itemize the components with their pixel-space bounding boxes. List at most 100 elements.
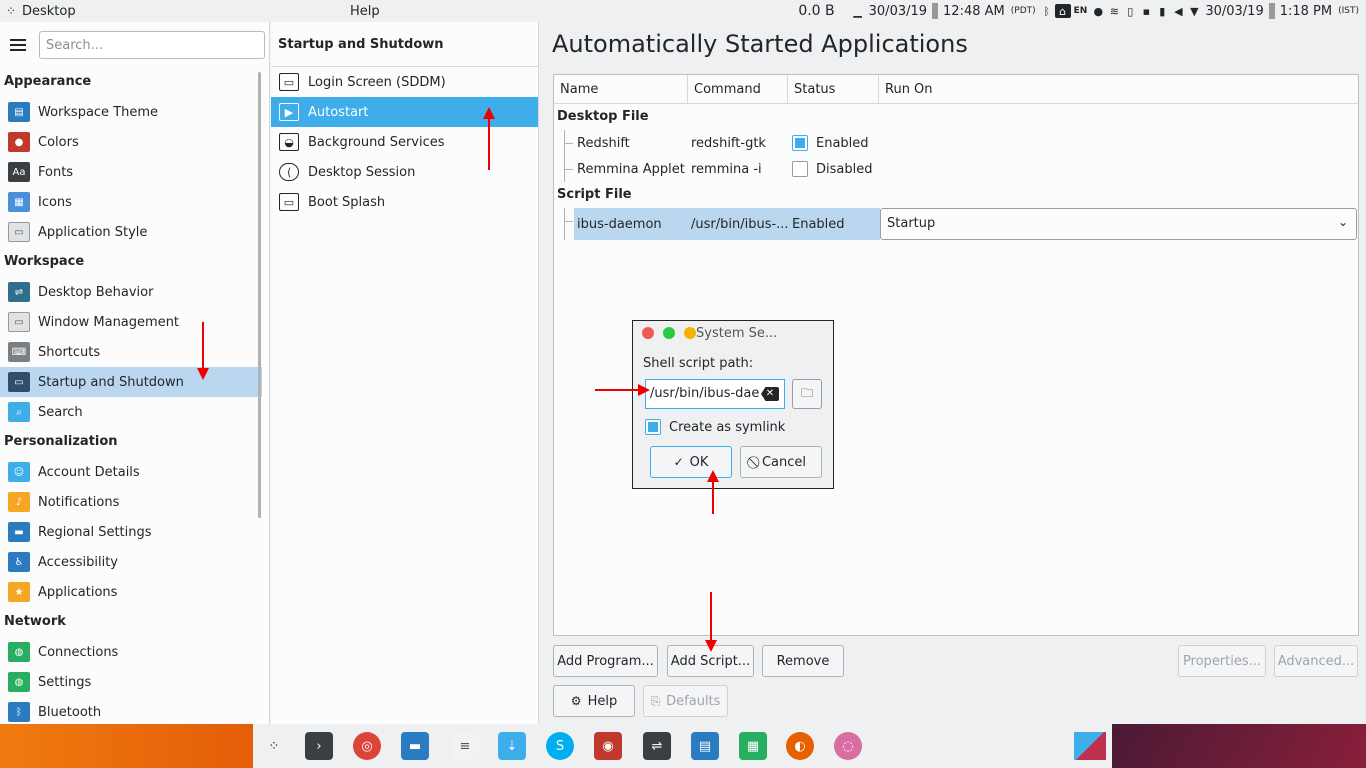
system-settings-icon[interactable]: ⇌ [643,732,671,760]
column-run-on[interactable]: Run On [879,75,1358,103]
mid-item-login-screen-sddm[interactable]: ▭ Login Screen (SDDM) [271,67,538,97]
hamburger-menu-icon[interactable] [10,39,26,51]
sidebar-scrollbar[interactable] [258,72,261,518]
file-manager-icon[interactable]: ▬ [401,732,429,760]
advanced-button[interactable]: Advanced... [1274,645,1358,677]
text-editor-icon[interactable]: ≡ [451,732,479,760]
symlink-option[interactable]: Create as symlink [645,419,785,435]
desktop-session-icon: ⟨ [279,163,299,181]
keyboard-layout[interactable]: EN [1071,6,1091,16]
sidebar-item-colors[interactable]: ● Colors [0,127,262,157]
sidebar-item-label: Application Style [38,224,148,240]
help-menu[interactable]: Help [350,4,450,19]
sidebar-item-label: Connections [38,644,119,660]
sidebar-item-label: Notifications [38,494,120,510]
sidebar-item-bluetooth[interactable]: ᛒ Bluetooth [0,697,262,727]
minimize-window-icon[interactable] [684,327,696,339]
sidebar-item-fonts[interactable]: Aa Fonts [0,157,262,187]
mid-item-autostart[interactable]: ▶ Autostart [271,97,538,127]
column-status[interactable]: Status [788,75,879,103]
app-tray-icon[interactable]: ⌂ [1054,4,1071,18]
lock-tray-icon[interactable]: ▪ [1138,4,1154,18]
chrome-icon[interactable]: ◎ [353,732,381,760]
sidebar-category-title: Appearance [4,74,92,89]
sidebar-item-window-management[interactable]: ▭ Window Management [0,307,262,337]
column-name[interactable]: Name [554,75,688,103]
maximize-window-icon[interactable] [663,327,675,339]
sidebar-item-startup-and-shutdown[interactable]: ▭ Startup and Shutdown [0,367,262,397]
mid-item-background-services[interactable]: ◒ Background Services [271,127,538,157]
add-program-button[interactable]: Add Program... [553,645,658,677]
sidebar-item-notifications[interactable]: ♪ Notifications [0,487,262,517]
row-command: redshift-gtk [691,135,766,151]
page-title: Automatically Started Applications [552,30,968,58]
sidebar-item-icons[interactable]: ▦ Icons [0,187,262,217]
help-label: Help [587,693,618,709]
dialog-titlebar[interactable]: System Se... [633,321,833,345]
settings-sidebar: Search... Appearance ▤ Workspace Theme ● Col… [0,22,270,724]
annotation-arrowhead [197,368,209,380]
mid-item-desktop-session[interactable]: ⟨ Desktop Session [271,157,538,187]
row-name: Remmina Applet [577,161,685,177]
help-button[interactable]: ⚙ Help [553,685,635,717]
table-row[interactable]: Redshift redshift-gtk Enabled [554,130,1358,156]
bluetooth-tray-icon[interactable]: ᛒ [1039,4,1055,18]
sidebar-search-input[interactable]: Search... [39,31,265,59]
show-desktop-icon[interactable] [1074,732,1106,760]
wifi-tray-icon[interactable]: ≋ [1106,4,1122,18]
remove-button[interactable]: Remove [762,645,844,677]
sidebar-item-workspace-theme[interactable]: ▤ Workspace Theme [0,97,262,127]
taskbar: ⁘ › ◎ ▬ ≡ ⇣ S ◉ ⇌ ▤ ▦ ◐ ◌ [0,724,1366,768]
status-checkbox[interactable] [792,135,808,151]
group-desktop-file[interactable]: Desktop File [554,104,1358,130]
fonts-icon: Aa [8,162,30,182]
column-command[interactable]: Command [688,75,788,103]
sidebar-item-connections[interactable]: ◍ Connections [0,637,262,667]
sidebar-item-application-style[interactable]: ▭ Application Style [0,217,262,247]
sidebar-item-settings[interactable]: ◍ Settings [0,667,262,697]
browse-folder-button[interactable]: 🗀 [792,379,822,409]
store-icon[interactable]: ⇣ [498,732,526,760]
notification-tray-icon[interactable]: ● [1090,4,1106,18]
sidebar-item-accessibility[interactable]: ♿ Accessibility [0,547,262,577]
properties-button[interactable]: Properties... [1178,645,1266,677]
ok-button[interactable]: ✓ OK [650,446,732,478]
time-primary[interactable]: 12:48 AM [940,4,1008,19]
screenshot-icon[interactable]: ◉ [594,732,622,760]
mid-item-boot-splash[interactable]: ▭ Boot Splash [271,187,538,217]
desktop-wallpaper-right [1074,724,1366,768]
spreadsheet-icon[interactable]: ▦ [739,732,767,760]
sidebar-item-search[interactable]: ⌕ Search [0,397,262,427]
sidebar-item-applications[interactable]: ★ Applications [0,577,262,607]
volume-tray-icon[interactable]: ◀ [1170,4,1186,18]
time-secondary[interactable]: 1:18 PM [1277,4,1335,19]
document-icon[interactable]: ▤ [691,732,719,760]
table-row[interactable]: Remmina Applet remmina -i Disabled [554,156,1358,182]
clipboard-tray-icon[interactable]: ▯ [1122,4,1138,18]
battery-tray-icon[interactable]: ▮ [1154,4,1170,18]
app-menu-icon[interactable]: ⁘ [0,4,22,18]
firefox-icon[interactable]: ◐ [786,732,814,760]
symlink-checkbox[interactable] [645,419,661,435]
sidebar-item-account-details[interactable]: ☺ Account Details [0,457,262,487]
sidebar-item-desktop-behavior[interactable]: ⇌ Desktop Behavior [0,277,262,307]
tray-expand-icon[interactable]: ▼ [1186,4,1202,18]
status-checkbox[interactable] [792,161,808,177]
app-icon[interactable]: ◌ [834,732,862,760]
app-name[interactable]: Desktop [22,4,350,19]
close-window-icon[interactable] [642,327,654,339]
cancel-button[interactable]: ⃠Cancel [740,446,822,478]
sidebar-item-shortcuts[interactable]: ⌨ Shortcuts [0,337,262,367]
table-row-selected[interactable]: ibus-daemon /usr/bin/ibus-... Enabled St… [554,208,1358,240]
run-on-select[interactable]: Startup ⌄ [880,208,1357,240]
sidebar-item-regional-settings[interactable]: ▬ Regional Settings [0,517,262,547]
skype-icon[interactable]: S [546,732,574,760]
date-primary: 30/03/19 [868,3,928,19]
sidebar-item-label: Search [38,404,83,420]
terminal-icon[interactable]: › [305,732,333,760]
annotation-arrow [202,322,204,370]
defaults-button[interactable]: ⎘ Defaults [643,685,728,717]
group-script-file[interactable]: Script File [554,182,1358,208]
workspace-theme-icon: ▤ [8,102,30,122]
application-launcher-icon[interactable]: ⁘ [260,732,288,760]
